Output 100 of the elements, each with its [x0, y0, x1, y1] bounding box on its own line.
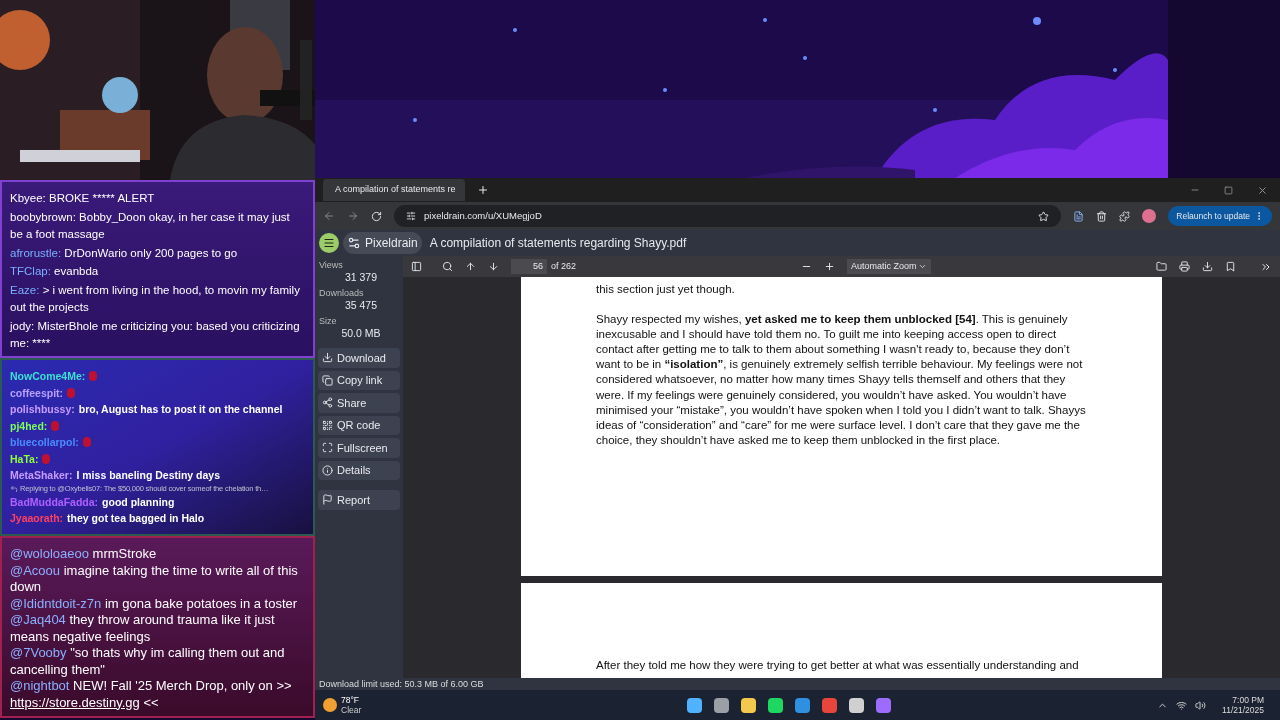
relaunch-button[interactable]: Relaunch to update: [1168, 206, 1272, 226]
sidebar-button[interactable]: Share: [318, 393, 400, 413]
sidebar-button[interactable]: Download: [318, 348, 400, 368]
taskbar-app-icon[interactable]: [849, 697, 865, 713]
sidebar-button[interactable]: Details: [318, 460, 400, 480]
close-icon[interactable]: [1257, 184, 1268, 196]
menu-button[interactable]: [319, 233, 339, 253]
button-icon: [322, 374, 333, 386]
new-tab-icon[interactable]: [477, 184, 489, 196]
taskbar-app-icon[interactable]: [687, 697, 703, 713]
file-title: A compilation of statements regarding Shayy.pdf: [429, 235, 687, 252]
chat-message: bro, August has to post it on the channel: [78, 402, 283, 417]
brand-button[interactable]: Pixeldrain: [343, 232, 422, 254]
stat-value: 31 379: [343, 271, 379, 284]
status-bar: Download limit used: 50.3 MB of 6.00 GB: [315, 678, 1280, 690]
chat-username: coffeespit:: [10, 385, 64, 401]
stat-label: Size: [319, 316, 338, 327]
chat-message: afrorustle: DrDonWario only 200 pages to go: [10, 245, 239, 261]
sun-icon: [323, 698, 337, 712]
button-icon: [322, 419, 333, 431]
button-icon: [322, 494, 333, 506]
chat-username: bluecollarpol:: [10, 435, 79, 450]
taskbar-app-icon[interactable]: [876, 697, 892, 713]
trash-icon[interactable]: [1096, 210, 1108, 222]
sidebar-toggle-icon[interactable]: [411, 261, 422, 272]
paragraph: Shayy respected my wishes, yet asked me to keep them unblocked [54]. This is genuinely inexcusable and I should have told them no. To guilt me into keeping access open to direct contact after getting me to talk to them about something I wasn't ready to, because they don’t want to be in “isolation”, is genuinely extremely selfish terrible behaviour. My feelings were not considered whatsoever, no matter how many times Shayy tells themself and others that they were. If my feelings were genuinely considered, you wouldn’t have asked. You wouldn’t have minimised your “mistake”, you wouldn’t have spoken when I told you I didn’t want to talk. Shayys ideas of “consideration” and “care” for me were surface level. I don’t care that they gave me the choice, they shouldn’t have asked me to keep them unblocked in the first place.: [596, 312, 1087, 448]
volume-icon[interactable]: [1195, 699, 1207, 711]
reply-icon: [10, 484, 18, 493]
chat-username: Jyaaorath:: [10, 511, 64, 526]
sidebar-button[interactable]: Copy link: [318, 370, 400, 390]
emote-icon: [67, 387, 76, 398]
page-count: of 262: [551, 259, 577, 273]
emote-icon: [51, 420, 60, 431]
chat-username: HaTa:: [10, 451, 39, 467]
wifi-icon[interactable]: [1176, 699, 1188, 711]
button-icon: [322, 352, 333, 364]
folder-icon[interactable]: [1156, 261, 1167, 272]
zoom-select[interactable]: Automatic Zoom: [847, 259, 931, 274]
caret-icon: [918, 262, 927, 271]
document-icon[interactable]: [1073, 210, 1085, 222]
chat-message: @7Vooby "so thats why im calling them out and cancelling them": [10, 645, 286, 678]
sidebar-button[interactable]: Fullscreen: [318, 438, 400, 458]
print-icon[interactable]: [1179, 261, 1190, 272]
logo-icon: [347, 236, 361, 250]
stat-value: 35 475: [343, 299, 379, 312]
chat-message: good planning: [102, 494, 175, 510]
extensions-icon[interactable]: [1119, 210, 1131, 222]
emote-icon: [42, 453, 51, 464]
button-icon: [322, 442, 333, 454]
button-icon: [322, 464, 333, 476]
chat-username: MetaShaker:: [10, 468, 73, 483]
weather-condition: Clear: [341, 705, 362, 715]
link[interactable]: https://store.destiny.gg: [10, 694, 140, 710]
reload-icon[interactable]: [371, 210, 382, 222]
temperature: 78°F: [341, 695, 361, 705]
chat-message: Kbyee: BROKE ***** ALERT: [10, 191, 156, 206]
chat-message: I miss baneling Destiny days: [76, 468, 220, 483]
chat-message: TFClap: evanbda: [10, 264, 100, 279]
zoom-in-icon[interactable]: [824, 261, 835, 272]
chat-message: @nightbot NEW! Fall '25 Merch Drop, only on >> https://store.destiny.gg <<: [10, 678, 293, 711]
address-bar[interactable]: pixeldrain.com/u/XUMegjoD: [394, 205, 1062, 227]
site-settings-icon[interactable]: [406, 211, 416, 221]
chat-message: boobybrown: Bobby_Doon okay, in her case it may just be a foot massage: [10, 209, 291, 242]
taskbar-app-icon[interactable]: [768, 697, 784, 713]
search-icon[interactable]: [442, 261, 453, 272]
chat-message: @Jaq404 they throw around trauma like it just means negative feelings: [10, 612, 276, 645]
chat-username: BadMuddaFadda:: [10, 494, 99, 510]
chat-message: they got tea bagged in Halo: [67, 511, 205, 526]
stat-value: 50.0 MB: [340, 327, 382, 340]
taskbar-app-icon[interactable]: [714, 697, 730, 713]
chat-username: polishbussy:: [10, 402, 75, 417]
emote-icon: [82, 437, 91, 448]
menu-icon: [323, 237, 335, 249]
chat-message: @wololoaeoo mrmStroke: [10, 546, 158, 563]
emote-icon: [89, 371, 98, 382]
save-icon[interactable]: [1202, 261, 1213, 272]
bookmark-icon[interactable]: [1225, 261, 1236, 272]
taskbar-app-icon[interactable]: [741, 697, 757, 713]
sidebar-button[interactable]: QR code: [318, 415, 400, 435]
page-number-field[interactable]: 56: [511, 259, 547, 274]
browser-tab[interactable]: A compilation of statements re: [323, 179, 465, 201]
stat-label: Downloads: [319, 288, 365, 299]
bookmark-icon[interactable]: [1038, 210, 1050, 222]
button-icon: [322, 397, 333, 409]
clock-date: 11/21/2025: [1222, 705, 1264, 715]
chat-message: @Ididntdoit-z7n im gona bake potatoes in a toster: [10, 595, 299, 612]
paragraph: After they told me how they were trying to get better at what was essentially understanding and: [596, 658, 1080, 673]
next-page-icon[interactable]: [488, 261, 499, 272]
chat-message: jody: MisterBhole me criticizing you: based you criticizing me: ****: [10, 318, 301, 351]
back-icon[interactable]: [323, 210, 335, 222]
previous-page-icon[interactable]: [465, 261, 476, 272]
maximize-icon[interactable]: [1224, 185, 1233, 195]
paragraph: this section just yet though.: [596, 282, 736, 297]
taskbar-app-icon[interactable]: [795, 697, 811, 713]
chat-username: pj4hed:: [10, 418, 48, 434]
chat-username: NowCome4Me:: [10, 369, 86, 384]
stat-label: Views: [319, 260, 344, 271]
sidebar-button[interactable]: Report: [318, 490, 400, 510]
clock-time: 7:00 PM: [1232, 695, 1264, 705]
avatar-icon[interactable]: [1142, 209, 1157, 223]
